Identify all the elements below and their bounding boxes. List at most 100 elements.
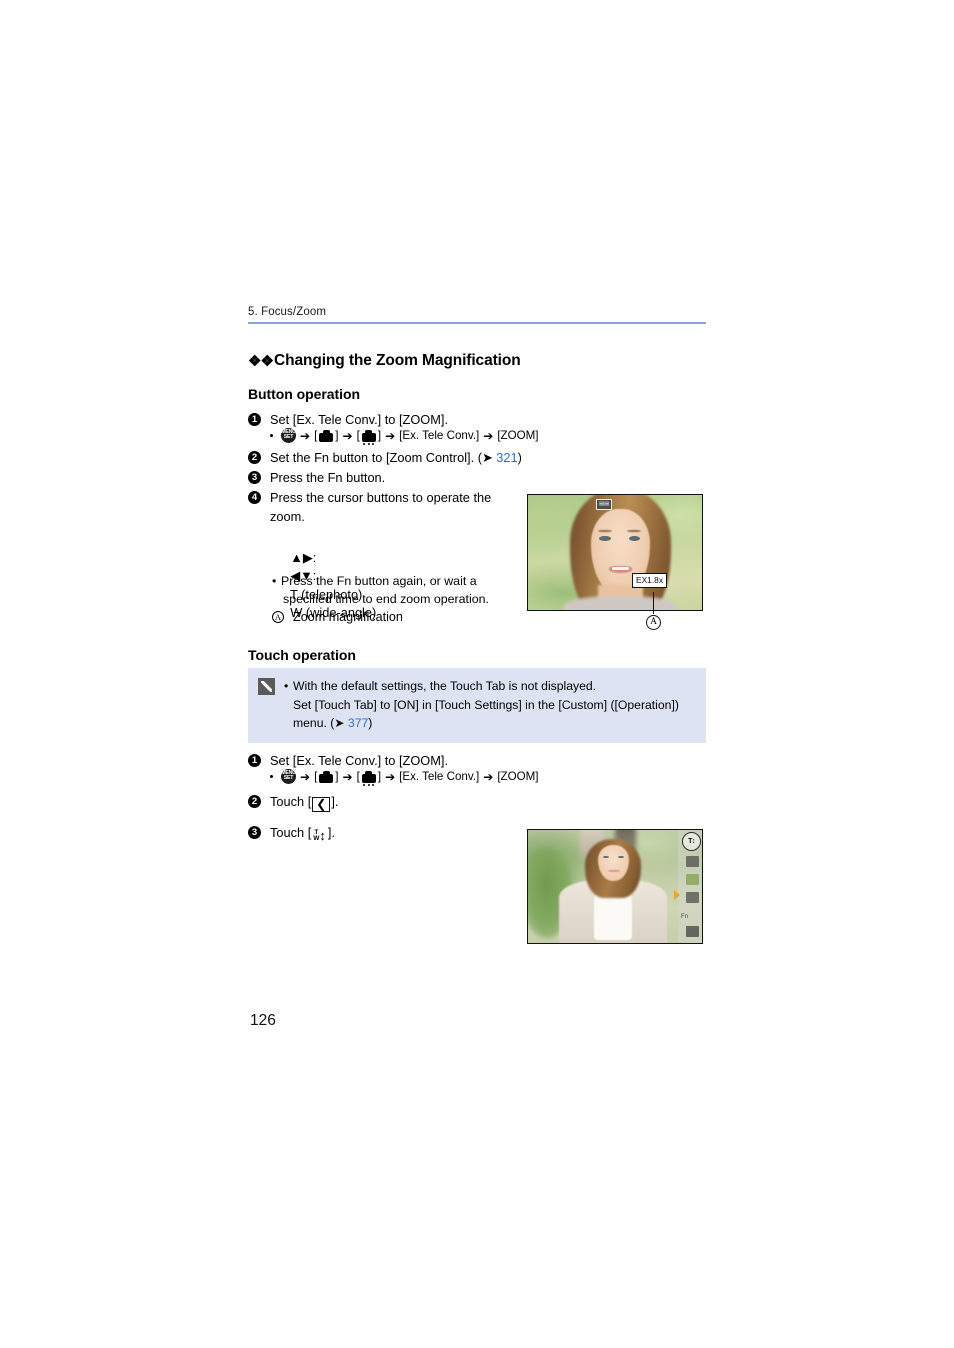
manual-page: 5. Focus/Zoom ❖❖ Changing the Zoom Magni… [0,0,954,1348]
touch-shutter-icon[interactable] [686,874,699,885]
bracket-open: [ [314,770,318,783]
fn-label: Fn [680,914,688,920]
step-text-suffix: ]. [327,825,336,840]
step-number: 1 [248,754,261,767]
callout-marker-a: A [646,615,661,630]
double-diamond-icon: ❖❖ [248,352,274,370]
rec-camera-icon [319,770,334,783]
arrow-right-icon: ➔ [300,428,311,443]
step-number: 3 [248,826,261,839]
zoom-icon: ▤▤ [596,499,612,510]
note-line-2: specified time to end zoom operation. [283,592,489,606]
bracket-close-2: ] [377,770,382,783]
page-number: 126 [250,1012,276,1029]
bracket-close: ] [335,770,339,783]
arrow-right-icon-3: ➔ [385,769,396,784]
step-text: Set [Ex. Tele Conv.] to [ZOOM]. [270,412,449,427]
step-number: 4 [248,491,261,504]
camera-lcd-touch-tab-zoom: T↕ Fn [527,829,703,944]
step-text: Set the Fn button to [Zoom Control]. (➤ … [270,450,522,465]
zoom-tw-icon: T W↕ [313,828,326,844]
page-title-text: Changing the Zoom Magnification [274,352,521,369]
running-head-text: 5. Focus/Zoom [248,306,326,318]
menu-set-icon: MENU SET [281,769,296,784]
step-text: Touch [❮]. [270,792,678,812]
step-touch-1: 1 Set [Ex. Tele Conv.] to [ZOOM]. [248,751,678,770]
rec-camera-others-icon [361,770,376,786]
menu-path-button-operation: MENU SET ➔ [ ] ➔ [ ] ➔ [Ex. Tele Conv.] ➔… [270,428,539,445]
running-header: 5. Focus/Zoom [248,306,706,324]
menu-path-touch-operation: MENU SET ➔ [ ] ➔ [ ] ➔ [Ex. Tele Conv.] ➔… [270,769,539,786]
bullet-dot-icon [270,433,273,437]
step-number: 1 [248,413,261,426]
callout-leader-line [653,592,655,614]
touch-tab-strip[interactable]: T↕ Fn [678,830,702,943]
arrow-right-icon-4: ➔ [483,428,494,443]
step-text-suffix: ]. [331,794,339,809]
step-number: 2 [248,451,261,464]
note-box-touch-tab: • With the default settings, the Touch T… [248,668,706,743]
arrow-right-icon-3: ➔ [385,428,396,443]
page-ref-link[interactable]: 377 [348,716,368,730]
photo-brow-right [627,529,642,532]
zoom-magnification-badge: EX1.8x [632,573,668,588]
photo-eye-left [602,855,609,859]
page-title: ❖❖ Changing the Zoom Magnification [248,352,521,370]
circle-a-icon: A [272,611,284,623]
note-box-body: • With the default settings, the Touch T… [284,677,696,733]
bracket-open: [ [314,429,318,442]
note-box-line-2: Set [Touch Tab] to [ON] in [Touch Settin… [293,697,679,712]
note-box-line-3: menu. (➤ 377) [293,716,373,730]
step-button-2: 2 Set the Fn button to [Zoom Control]. (… [248,448,678,467]
step-button-3: 3 Press the Fn button. [248,468,678,487]
step-button-4: 4 Press the cursor buttons to operate th… [248,488,500,526]
arrow-right-icon-2: ➔ [342,769,353,784]
touch-af-icon[interactable] [686,892,699,903]
rec-camera-others-icon [361,429,376,445]
step-number: 2 [248,795,261,808]
rec-camera-icon [319,429,334,442]
menu-path-item-ex-tele-conv: [Ex. Tele Conv.] [399,770,480,783]
touch-tab-collapse-arrow-icon[interactable] [674,890,680,900]
menu-path-item-ex-tele-conv: [Ex. Tele Conv.] [399,429,480,442]
photo-shoulder [562,596,678,610]
touch-settings-icon[interactable] [686,926,699,937]
bracket-open-2: [ [356,770,360,783]
photo-brow-left [597,529,612,532]
step-text-prefix: Touch [ [270,794,312,809]
arrow-right-icon: ➔ [300,769,311,784]
note-box-line-1: With the default settings, the Touch Tab… [293,679,597,693]
note-fn-button-text: Press the Fn button again, or wait a spe… [281,572,489,608]
callout-legend-text: Zoom magnification [293,610,403,624]
bullet-dot-icon: • [284,679,289,693]
bracket-open-2: [ [356,429,360,442]
bracket-close-2: ] [377,429,382,442]
arrow-right-icon-2: ➔ [342,428,353,443]
touch-ae-icon[interactable] [686,856,699,867]
step-text: Press the Fn button. [270,470,386,485]
photo-face [597,844,629,881]
camera-lcd-zoom-magnification: ▤▤ EX1.8x [527,494,703,611]
note-pencil-icon [258,678,275,695]
step-text-prefix: Touch [ [270,825,312,840]
step-number: 3 [248,471,261,484]
step-button-1: 1 Set [Ex. Tele Conv.] to [ZOOM]. [248,410,678,429]
step-text: Press the cursor buttons to operate the … [270,490,492,524]
header-rule [248,322,706,324]
menu-path-item-zoom: [ZOOM] [497,770,539,783]
bullet-dot-icon: • [272,574,277,588]
note-line-1: Press the Fn button again, or wait a [281,574,477,588]
step-text: Set [Ex. Tele Conv.] to [ZOOM]. [270,753,449,768]
zoom-tw-icon[interactable]: T↕ [682,832,701,851]
bracket-close: ] [335,429,339,442]
subheading-button-operation: Button operation [248,386,360,402]
subheading-touch-operation: Touch operation [248,647,356,663]
touch-tab-left-chevron-icon: ❮ [312,797,331,812]
bullet-dot-icon [270,774,273,778]
menu-set-icon: MENU SET [281,428,296,443]
page-ref-link[interactable]: 321 [496,450,517,465]
menu-path-item-zoom: [ZOOM] [497,429,539,442]
photo-teeth [611,566,629,570]
note-fn-button: • Press the Fn button again, or wait a s… [272,572,507,608]
callout-legend-a: A Zoom magnification [272,610,403,624]
